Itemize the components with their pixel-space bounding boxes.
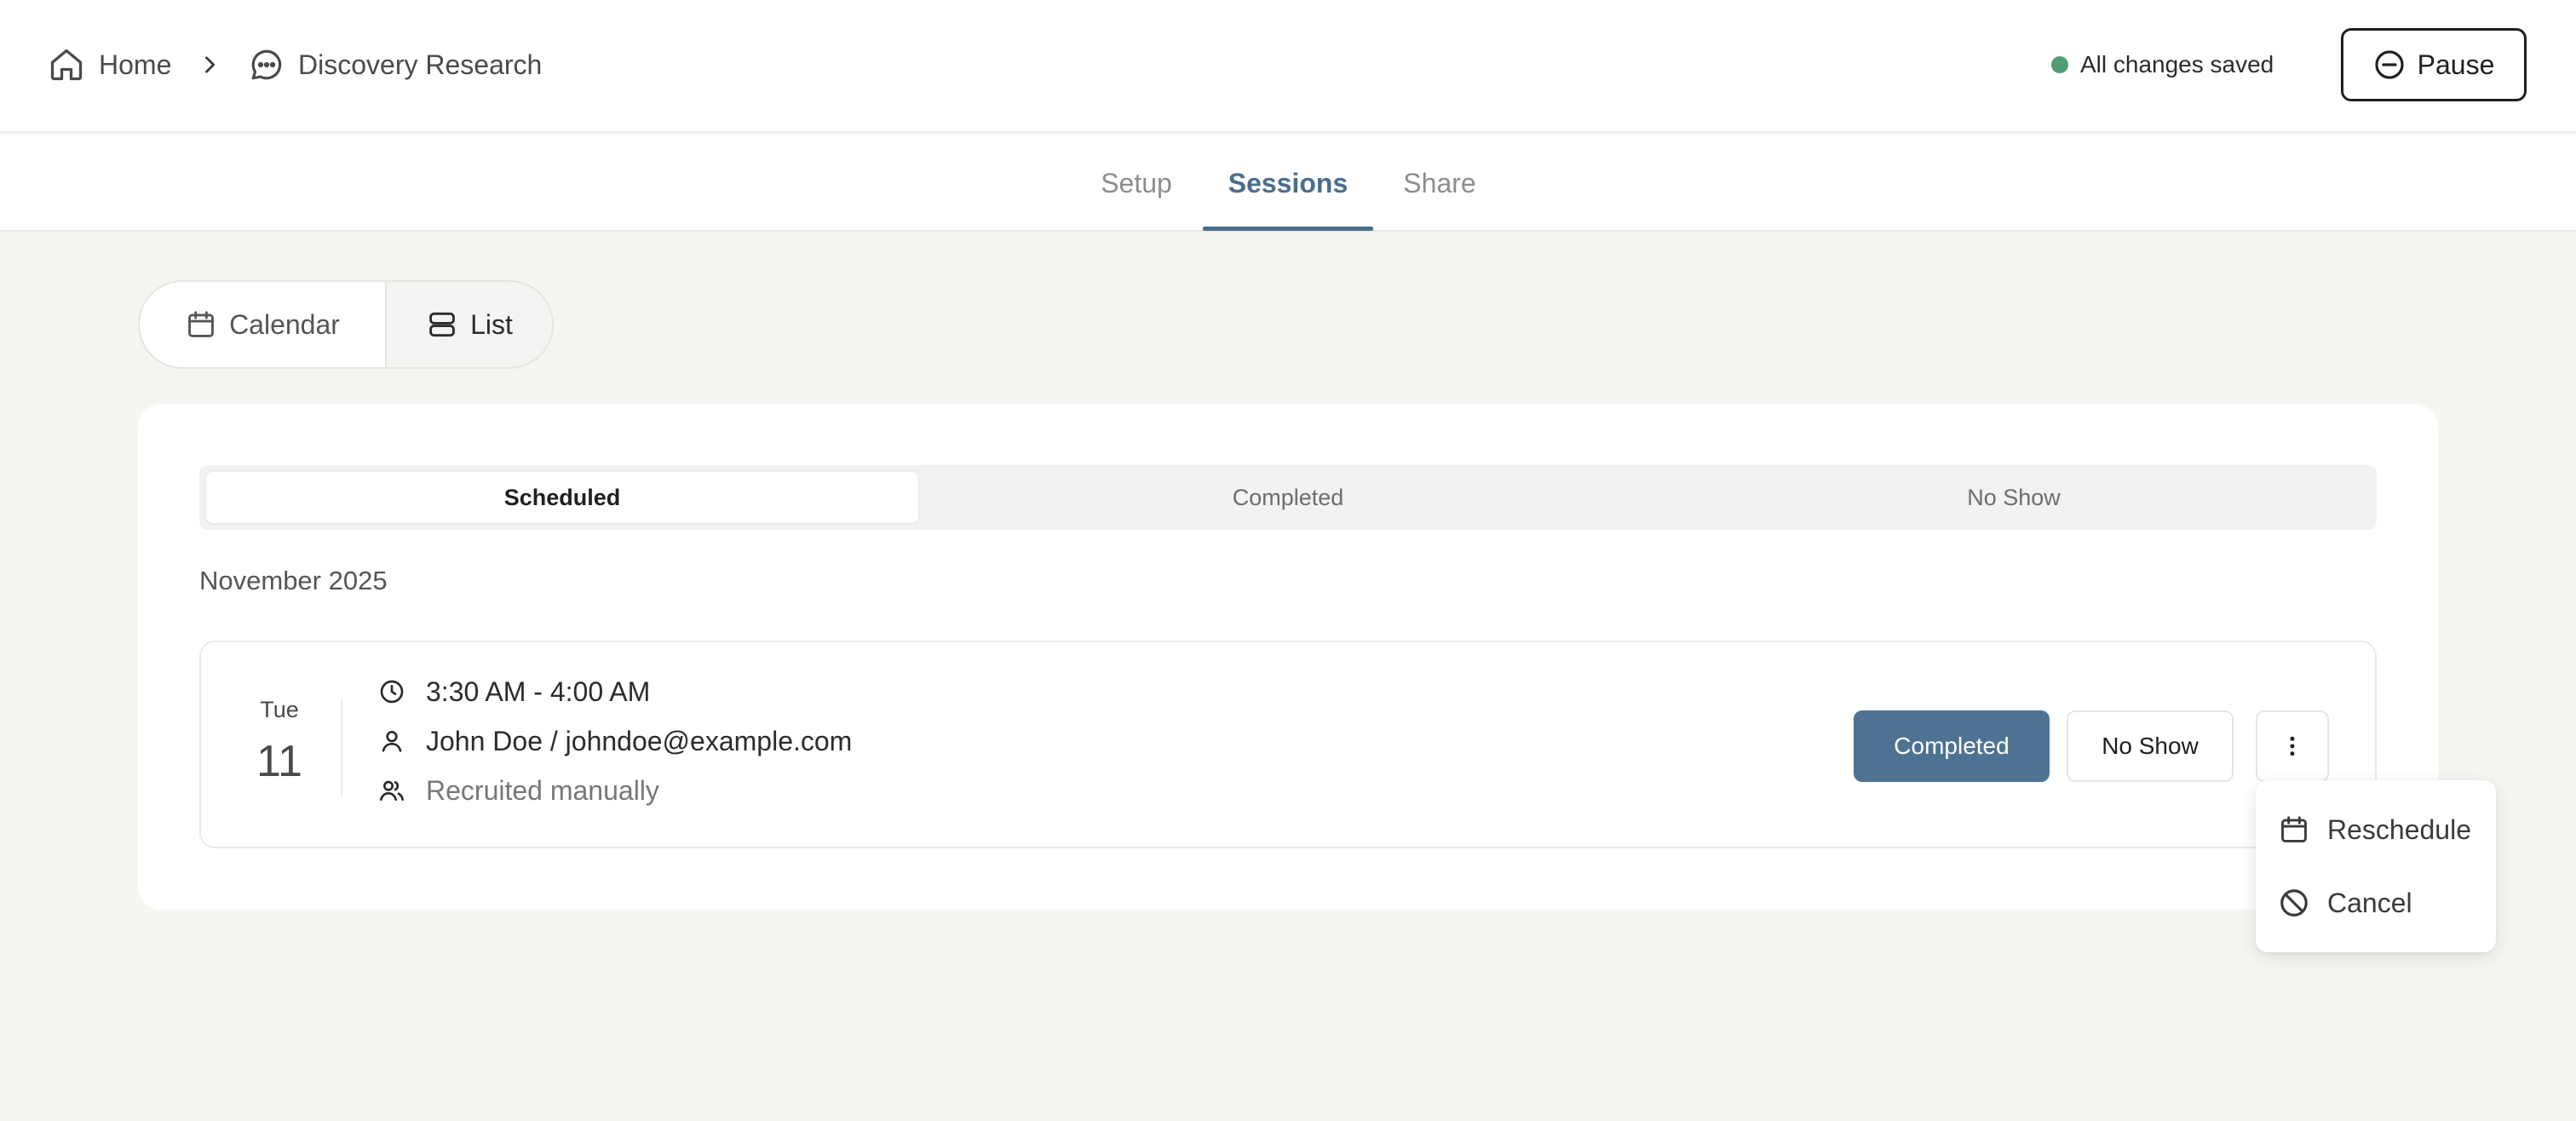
date-divider [341,698,342,797]
session-weekday: Tue [260,697,299,722]
filter-no-show[interactable]: No Show [1658,472,2370,523]
session-recruitment: Recruited manually [378,772,659,809]
mark-completed-button[interactable]: Completed [1854,710,2050,782]
menu-item-reschedule-label: Reschedule [2327,813,2471,845]
clock-icon [378,678,405,705]
pause-button[interactable]: Pause [2341,28,2527,101]
mark-no-show-button[interactable]: No Show [2067,710,2234,782]
breadcrumb-project[interactable]: Discovery Research [249,41,542,89]
breadcrumb-home[interactable]: Home [48,41,171,89]
breadcrumb-home-label: Home [99,49,172,80]
list-view-button[interactable]: List [385,282,552,367]
minus-circle-icon [2373,49,2406,81]
session-actions-menu: Reschedule Cancel [2256,780,2496,952]
ban-icon [2278,887,2310,919]
more-vertical-icon [2280,731,2305,762]
more-actions-button[interactable] [2256,710,2329,782]
section-tabs: Setup Sessions Share [0,135,2576,232]
session-recruitment-label: Recruited manually [426,774,659,806]
breadcrumb-project-label: Discovery Research [298,49,543,80]
users-icon [378,777,405,804]
list-view-label: List [470,308,513,340]
sessions-card: Scheduled Completed No Show November 202… [138,404,2438,910]
tab-sessions[interactable]: Sessions [1203,135,1373,232]
menu-item-cancel[interactable]: Cancel [2278,877,2412,928]
session-day: 11 [256,737,302,786]
user-icon [378,727,405,755]
session-time-label: 3:30 AM - 4:00 AM [426,675,651,707]
session-participant-label: John Doe / johndoe@example.com [426,725,853,756]
view-toggle: Calendar List [138,280,554,369]
calendar-view-button[interactable]: Calendar [140,282,385,367]
save-status-label: All changes saved [2080,51,2274,78]
saved-status-dot [2051,56,2068,73]
home-icon [48,46,85,83]
calendar-icon [185,308,217,341]
chevron-right-icon [198,51,221,78]
save-status: All changes saved [2051,48,2274,82]
chat-bubble-icon [249,47,285,83]
pause-button-label: Pause [2417,49,2495,80]
session-row: Tue 11 3:30 AM - 4:00 AM John Doe / john… [199,641,2377,848]
session-time: 3:30 AM - 4:00 AM [378,673,650,710]
tab-share[interactable]: Share [1394,135,1486,232]
top-header: Home Discovery Research All changes save… [0,0,2576,133]
filter-completed[interactable]: Completed [932,472,1644,523]
session-participant: John Doe / johndoe@example.com [378,722,852,760]
month-heading: November 2025 [199,566,388,595]
calendar-view-label: Calendar [229,308,340,340]
filter-scheduled[interactable]: Scheduled [206,472,918,523]
menu-item-reschedule[interactable]: Reschedule [2278,804,2471,855]
tab-setup[interactable]: Setup [1092,135,1181,232]
menu-item-cancel-label: Cancel [2327,887,2412,918]
list-icon [426,308,458,341]
calendar-icon [2278,813,2310,846]
active-tab-indicator [1203,227,1373,231]
status-filter: Scheduled Completed No Show [199,465,2377,530]
